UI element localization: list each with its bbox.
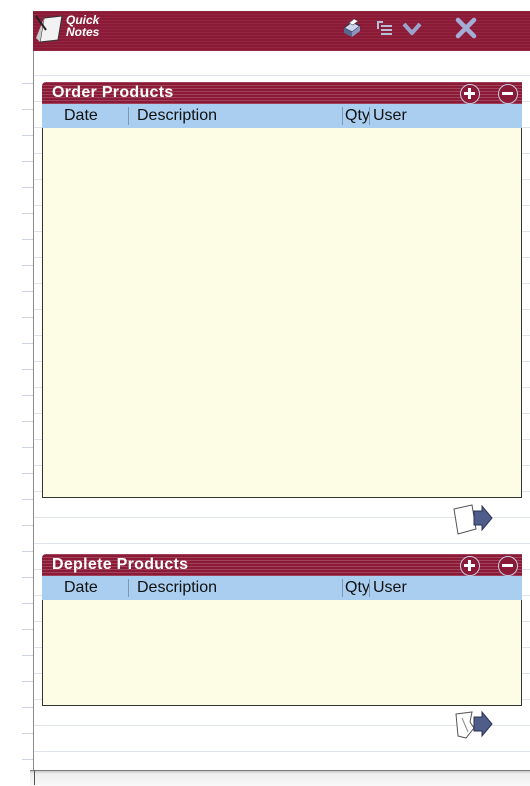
deplete-column-header: Date Description Qty User [42, 576, 522, 601]
plus-icon [464, 560, 475, 571]
deplete-col-date[interactable]: Date [64, 579, 98, 597]
column-divider [342, 579, 343, 597]
quick-notes-logo-icon [35, 15, 63, 43]
page-curl [22, 770, 35, 785]
deplete-col-user[interactable]: User [373, 579, 407, 597]
deplete-products-panel: Deplete Products Date Description Qty Us… [42, 554, 522, 706]
order-col-description[interactable]: Description [137, 107, 217, 125]
export-broken-note-icon[interactable] [452, 708, 496, 742]
deplete-panel-title: Deplete Products [52, 556, 189, 573]
deplete-list-body[interactable] [42, 600, 522, 706]
deplete-col-qty[interactable]: Qty [345, 579, 370, 597]
deplete-add-button[interactable] [460, 556, 480, 576]
order-col-qty[interactable]: Qty [345, 107, 370, 125]
export-note-icon[interactable] [450, 503, 494, 537]
minus-icon [502, 92, 513, 95]
order-add-button[interactable] [460, 84, 480, 104]
order-panel-title: Order Products [52, 84, 174, 101]
column-divider [128, 579, 129, 597]
column-divider [369, 107, 370, 125]
column-divider [128, 107, 129, 125]
order-list-body[interactable] [42, 128, 522, 498]
order-products-panel: Order Products Date Description Qty User [42, 82, 522, 498]
order-column-header: Date Description Qty User [42, 104, 522, 129]
deplete-panel-header: Deplete Products [42, 554, 522, 576]
deplete-remove-button[interactable] [498, 556, 518, 576]
order-panel-header: Order Products [42, 82, 522, 104]
deplete-col-description[interactable]: Description [137, 579, 217, 597]
app-title: Quick Notes [66, 14, 99, 38]
order-remove-button[interactable] [498, 84, 518, 104]
checkmark-icon[interactable] [400, 16, 424, 40]
print-icon[interactable] [340, 16, 364, 40]
page-bottom-edge [30, 770, 530, 786]
indent-list-icon[interactable] [372, 16, 396, 40]
plus-icon [464, 88, 475, 99]
minus-icon [502, 564, 513, 567]
column-divider [369, 579, 370, 597]
order-col-user[interactable]: User [373, 107, 407, 125]
app-title-line2: Notes [66, 25, 100, 39]
close-icon[interactable] [454, 16, 478, 40]
column-divider [342, 107, 343, 125]
margin-lines [22, 58, 33, 770]
order-col-date[interactable]: Date [64, 107, 98, 125]
